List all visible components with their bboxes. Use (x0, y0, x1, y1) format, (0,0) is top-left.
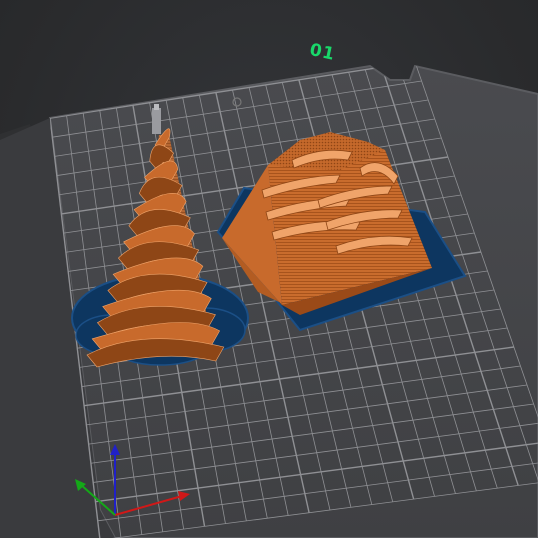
wipe-tower-nozzle (152, 108, 161, 134)
3d-preview-viewport[interactable]: 01 (0, 0, 538, 538)
scene-canvas[interactable] (0, 0, 538, 538)
